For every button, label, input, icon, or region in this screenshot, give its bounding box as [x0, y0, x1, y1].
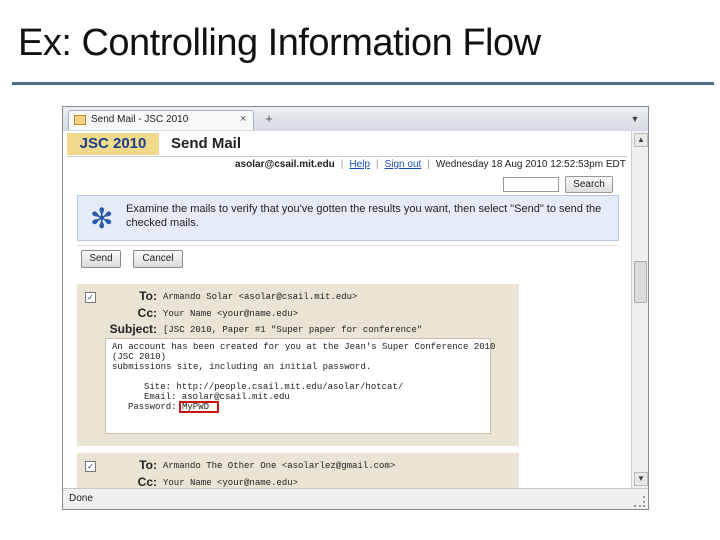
page-content: JSC 2010 Send Mail asolar@csail.mit.edu |…: [63, 131, 631, 488]
cc-value: Your Name <your@name.edu>: [163, 309, 299, 319]
search-input[interactable]: [503, 177, 559, 192]
asterisk-icon: ✻: [90, 203, 114, 234]
password-highlight: [179, 401, 219, 413]
resize-grip-icon[interactable]: [634, 496, 645, 507]
vertical-scrollbar[interactable]: ▲ ▼: [631, 131, 648, 488]
browser-window: Send Mail - JSC 2010 × + ▼ JSC 2010 Send…: [62, 106, 649, 510]
help-link[interactable]: Help: [349, 159, 370, 170]
mail-checkbox[interactable]: ✓: [85, 461, 96, 472]
to-value: Armando The Other One <asolarlez@gmail.c…: [163, 461, 396, 471]
mail-checkbox[interactable]: ✓: [85, 292, 96, 303]
close-tab-icon[interactable]: ×: [240, 113, 246, 125]
body-line: submissions site, including an initial p…: [112, 362, 372, 372]
cc-value: Your Name <your@name.edu>: [163, 478, 299, 488]
cancel-button[interactable]: Cancel: [133, 250, 183, 268]
scroll-up-arrow-icon[interactable]: ▲: [634, 133, 648, 147]
separator: |: [340, 159, 344, 170]
subject-value: [JSC 2010, Paper #1 "Super paper for con…: [163, 325, 423, 335]
status-bar: Done: [63, 488, 648, 509]
subject-label: Subject:: [109, 322, 157, 336]
body-line: An account has been created for you at t…: [112, 342, 496, 352]
mail-card: ✓ To: Armando The Other One <asolarlez@g…: [77, 453, 519, 488]
header-divider: [67, 156, 627, 157]
user-bar: asolar@csail.mit.edu | Help | Sign out | Wedne…: [235, 159, 626, 170]
actions-divider: [77, 245, 617, 246]
status-text: Done: [69, 493, 93, 504]
separator: |: [375, 159, 379, 170]
tab-send-mail[interactable]: Send Mail - JSC 2010 ×: [68, 110, 254, 130]
search-button[interactable]: Search: [565, 176, 613, 193]
mail-body: An account has been created for you at t…: [105, 338, 495, 434]
signout-link[interactable]: Sign out: [385, 159, 422, 170]
scrollbar-thumb[interactable]: [634, 261, 647, 303]
to-label: To:: [139, 458, 157, 472]
page-title: Send Mail: [171, 135, 242, 152]
info-text: Examine the mails to verify that you've …: [126, 203, 602, 229]
new-tab-button[interactable]: +: [259, 111, 279, 127]
slide-title: Ex: Controlling Information Flow: [18, 22, 541, 64]
info-message: ✻ Examine the mails to verify that you'v…: [77, 195, 619, 241]
to-label: To:: [139, 289, 157, 303]
mail-card: ✓ To: Armando Solar <asolar@csail.mit.ed…: [77, 284, 519, 446]
send-button[interactable]: Send: [81, 250, 121, 268]
separator: |: [427, 159, 430, 170]
body-line: Site: http://people.csail.mit.edu/asolar…: [144, 382, 404, 392]
conference-logo[interactable]: JSC 2010: [67, 133, 159, 155]
tab-title: Send Mail - JSC 2010: [91, 114, 189, 125]
mail-icon: [74, 115, 86, 125]
to-value: Armando Solar <asolar@csail.mit.edu>: [163, 292, 358, 302]
title-divider: [12, 82, 714, 85]
cc-label: Cc:: [137, 306, 157, 320]
datetime: Wednesday 18 Aug 2010 12:52:53pm EDT: [435, 159, 626, 170]
cc-label: Cc:: [137, 475, 157, 488]
tab-list-chevron-icon[interactable]: ▼: [629, 113, 641, 125]
tab-bar: Send Mail - JSC 2010 × + ▼: [63, 107, 648, 132]
scroll-down-arrow-icon[interactable]: ▼: [634, 472, 648, 486]
user-email: asolar@csail.mit.edu: [235, 159, 335, 170]
body-line: (JSC 2010): [112, 352, 167, 362]
